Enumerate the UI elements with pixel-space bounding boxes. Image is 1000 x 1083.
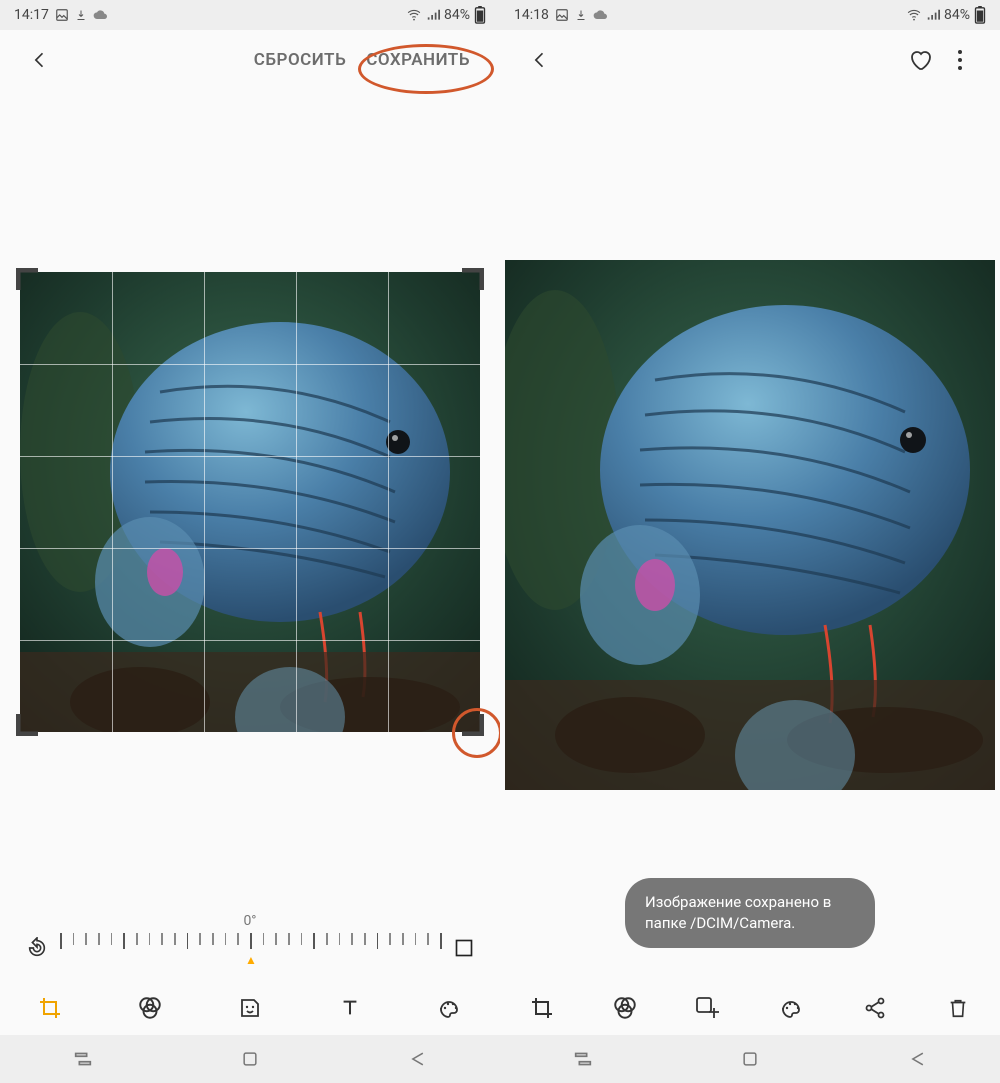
viewer-screen: 14:18 84% (500, 0, 1000, 1083)
editor-tabs (0, 979, 500, 1035)
nav-bar (0, 1035, 500, 1083)
tool-sticker-text[interactable] (687, 987, 729, 1029)
menu-button[interactable] (940, 40, 980, 80)
cloud-icon (93, 9, 109, 21)
download-icon (575, 8, 587, 22)
photo-full[interactable] (505, 260, 995, 790)
back-button[interactable] (520, 40, 560, 80)
battery-icon (974, 6, 986, 24)
status-battery: 84% (444, 7, 470, 23)
status-time: 14:18 (514, 7, 549, 23)
tab-filters[interactable] (129, 987, 171, 1029)
nav-back[interactable] (387, 1039, 447, 1079)
tab-text[interactable] (329, 987, 371, 1029)
nav-home[interactable] (720, 1039, 780, 1079)
cloud-icon (593, 9, 609, 21)
nav-recents[interactable] (553, 1039, 613, 1079)
tool-share[interactable] (854, 987, 896, 1029)
crop-handle-tr[interactable] (460, 268, 484, 292)
aspect-ratio-button[interactable] (454, 938, 474, 958)
image-icon (555, 8, 569, 22)
rotation-slider[interactable]: ▲ (60, 933, 442, 963)
signal-icon (926, 8, 940, 22)
tool-filters[interactable] (604, 987, 646, 1029)
favorite-button[interactable] (900, 40, 940, 80)
crop-box[interactable] (20, 272, 480, 732)
viewer-topbar (500, 30, 1000, 90)
editor-screen: 14:17 84% СБРОСИТЬ СОХРАНИТЬ (0, 0, 500, 1083)
back-button[interactable] (20, 40, 60, 80)
tab-crop[interactable] (29, 987, 71, 1029)
tool-delete[interactable] (937, 987, 979, 1029)
status-bar: 14:17 84% (0, 0, 500, 30)
rotation-ruler: 0° ▲ (0, 913, 500, 979)
nav-back[interactable] (887, 1039, 947, 1079)
crop-handle-tl[interactable] (16, 268, 40, 292)
image-icon (55, 8, 69, 22)
rotation-degree: 0° (26, 913, 474, 929)
tab-sticker[interactable] (229, 987, 271, 1029)
tab-draw[interactable] (429, 987, 471, 1029)
status-battery: 84% (944, 7, 970, 23)
crop-handle-bl[interactable] (16, 712, 40, 736)
reset-button[interactable]: СБРОСИТЬ (244, 44, 356, 76)
status-time: 14:17 (14, 7, 49, 23)
nav-bar (500, 1035, 1000, 1083)
viewer-toolbar (500, 979, 1000, 1035)
battery-icon (474, 6, 486, 24)
tool-draw[interactable] (771, 987, 813, 1029)
status-bar: 14:18 84% (500, 0, 1000, 30)
toast-message: Изображение сохранено в папке /DCIM/Came… (625, 878, 875, 948)
wifi-icon (906, 8, 922, 22)
crop-handle-br[interactable] (460, 712, 484, 736)
rotation-marker: ▲ (245, 953, 257, 967)
download-icon (75, 8, 87, 22)
nav-recents[interactable] (53, 1039, 113, 1079)
crop-area[interactable] (0, 90, 500, 913)
nav-home[interactable] (220, 1039, 280, 1079)
tool-crop[interactable] (521, 987, 563, 1029)
photo-preview (20, 272, 480, 732)
rotate-ccw-button[interactable] (26, 937, 48, 959)
editor-topbar: СБРОСИТЬ СОХРАНИТЬ (0, 30, 500, 90)
wifi-icon (406, 8, 422, 22)
save-button[interactable]: СОХРАНИТЬ (356, 44, 480, 76)
signal-icon (426, 8, 440, 22)
